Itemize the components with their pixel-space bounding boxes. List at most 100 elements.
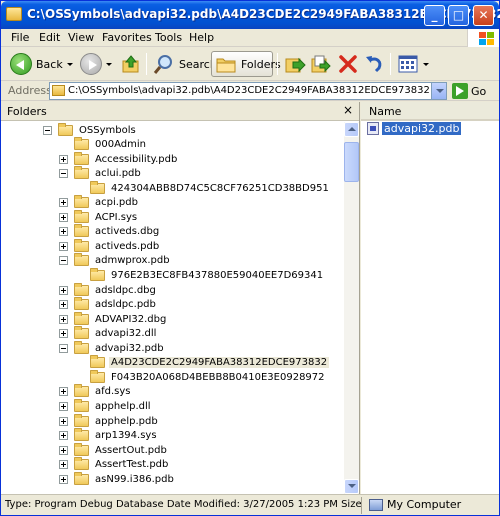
- tree-item[interactable]: AssertTest.pdb: [59, 457, 170, 472]
- menu-file[interactable]: File: [11, 31, 29, 44]
- folder-icon: [74, 137, 89, 151]
- delete-button[interactable]: [334, 51, 362, 77]
- expand-icon[interactable]: [59, 285, 68, 295]
- expand-icon[interactable]: [59, 445, 68, 455]
- expand-icon[interactable]: [59, 387, 68, 397]
- copy-to-button[interactable]: [307, 51, 335, 77]
- tree-item[interactable]: advapi32.dll: [59, 326, 158, 341]
- menu-help[interactable]: Help: [189, 31, 214, 44]
- tree-item[interactable]: activeds.dbg: [59, 224, 161, 239]
- tree-item-label: asN99.i386.pdb: [95, 473, 174, 485]
- vertical-scrollbar[interactable]: [344, 122, 359, 494]
- toolbar: Back Search Folders: [1, 47, 499, 81]
- maximize-button[interactable]: □: [448, 5, 469, 26]
- back-arrow-icon: [10, 53, 32, 75]
- tree-item-label: aclui.pdb: [95, 168, 141, 180]
- move-to-button[interactable]: [281, 51, 309, 77]
- tree-item[interactable]: ADVAPI32.dbg: [59, 311, 168, 326]
- tree-item[interactable]: AssertOut.pdb: [59, 442, 169, 457]
- file-list-pane: Name advapi32.pdb: [361, 102, 499, 494]
- back-button[interactable]: Back: [7, 51, 76, 77]
- address-value[interactable]: C:\OSSymbols\advapi32.pdb\A4D23CDE2C2949…: [68, 85, 430, 96]
- minimize-button[interactable]: _: [424, 5, 445, 26]
- tree-item[interactable]: adsldpc.dbg: [59, 282, 158, 297]
- expand-icon[interactable]: [59, 154, 68, 164]
- file-item[interactable]: advapi32.pdb: [367, 121, 462, 135]
- folder-icon: [74, 253, 89, 267]
- tree-item-label: apphelp.pdb: [95, 415, 158, 427]
- tree-item[interactable]: F043B20A068D4BEBB8B0410E3E0928972: [75, 369, 327, 384]
- tree-item[interactable]: 424304ABB8D74C5C8CF76251CD38BD951: [75, 180, 331, 195]
- undo-button[interactable]: [360, 51, 388, 77]
- chevron-down-icon[interactable]: [423, 62, 429, 66]
- address-dropdown-button[interactable]: [431, 83, 446, 99]
- folder-icon: [74, 398, 89, 412]
- tree-item[interactable]: apphelp.pdb: [59, 413, 160, 428]
- menu-favorites[interactable]: Favorites: [102, 31, 152, 44]
- close-button[interactable]: ✕: [473, 5, 494, 26]
- tree-item[interactable]: adsldpc.pdb: [59, 297, 158, 312]
- tree-item[interactable]: admwprox.pdb: [59, 253, 172, 268]
- collapse-icon[interactable]: [59, 169, 68, 179]
- collapse-icon[interactable]: [59, 343, 68, 353]
- tree-item[interactable]: aclui.pdb: [59, 166, 143, 181]
- collapse-icon[interactable]: [59, 256, 68, 266]
- expand-icon[interactable]: [59, 241, 68, 251]
- tree-item-label: ADVAPI32.dbg: [95, 313, 167, 325]
- scroll-up-button[interactable]: [344, 122, 359, 137]
- menu-view[interactable]: View: [68, 31, 94, 44]
- search-button[interactable]: Search: [150, 51, 220, 77]
- chevron-down-icon[interactable]: [106, 62, 112, 66]
- chevron-down-icon[interactable]: [66, 62, 73, 66]
- expand-icon[interactable]: [59, 212, 68, 222]
- tree-item[interactable]: asN99.i386.pdb: [59, 471, 176, 486]
- tree-item-label: 000Admin: [95, 139, 146, 151]
- folder-icon: [52, 85, 65, 96]
- expand-icon[interactable]: [59, 198, 68, 208]
- address-input[interactable]: C:\OSSymbols\advapi32.pdb\A4D23CDE2C2949…: [49, 82, 447, 100]
- search-icon: [153, 53, 175, 75]
- folder-icon: [74, 457, 89, 471]
- scroll-down-button[interactable]: [344, 479, 359, 494]
- tree-item-label: A4D23CDE2C2949FABA38312EDCE973832: [109, 357, 330, 369]
- expand-icon[interactable]: [59, 474, 68, 484]
- folder-icon: [58, 122, 73, 136]
- scroll-thumb[interactable]: [344, 142, 359, 182]
- collapse-icon[interactable]: [43, 125, 52, 135]
- forward-arrow-icon: [80, 53, 102, 75]
- tree-item[interactable]: 000Admin: [59, 137, 148, 152]
- tree-item[interactable]: arp1394.sys: [59, 428, 159, 443]
- expand-icon[interactable]: [59, 314, 68, 324]
- tree-item[interactable]: Accessibility.pdb: [59, 151, 179, 166]
- tree-item[interactable]: acpi.pdb: [59, 195, 140, 210]
- expand-icon[interactable]: [59, 431, 68, 441]
- expand-icon[interactable]: [59, 401, 68, 411]
- tree-item[interactable]: activeds.pdb: [59, 238, 161, 253]
- name-column-header[interactable]: Name: [361, 102, 499, 121]
- tree-item-label: AssertTest.pdb: [95, 459, 169, 471]
- expand-icon[interactable]: [59, 460, 68, 470]
- expand-icon[interactable]: [59, 416, 68, 426]
- views-button[interactable]: [394, 51, 432, 77]
- tree-item[interactable]: A4D23CDE2C2949FABA38312EDCE973832: [75, 355, 330, 370]
- tree-item[interactable]: ACPI.sys: [59, 209, 139, 224]
- up-folder-button[interactable]: [117, 51, 145, 77]
- menu-tools[interactable]: Tools: [155, 31, 182, 44]
- folders-button[interactable]: Folders: [211, 51, 281, 77]
- tree-item[interactable]: afd.sys: [59, 384, 133, 399]
- go-button[interactable]: Go: [452, 82, 486, 100]
- expand-icon[interactable]: [59, 227, 68, 237]
- copy-to-icon: [310, 53, 332, 75]
- expand-icon[interactable]: [59, 300, 68, 310]
- tree-item[interactable]: 976E2B3EC8FB437880E59040EE7D69341: [75, 268, 325, 283]
- expand-icon[interactable]: [59, 329, 68, 339]
- close-pane-button[interactable]: ×: [341, 104, 355, 118]
- folder-icon: [74, 384, 89, 398]
- title-bar[interactable]: C:\OSSymbols\advapi32.pdb\A4D23CDE2C2949…: [1, 1, 500, 29]
- tree-item[interactable]: apphelp.dll: [59, 398, 153, 413]
- menu-edit[interactable]: Edit: [39, 31, 60, 44]
- folder-icon: [74, 442, 89, 456]
- tree-item[interactable]: advapi32.pdb: [59, 340, 166, 355]
- tree-item[interactable]: OSSymbols: [43, 122, 138, 137]
- forward-button[interactable]: [77, 51, 115, 77]
